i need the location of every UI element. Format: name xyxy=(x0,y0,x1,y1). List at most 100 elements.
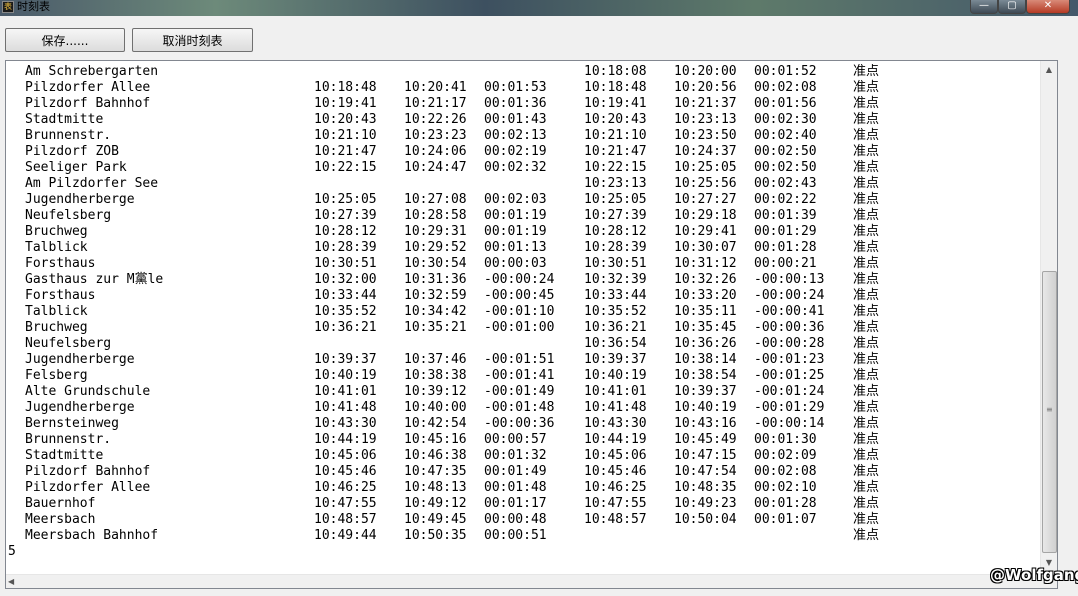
time-cell: 10:46:38 xyxy=(404,448,467,463)
stop-name: Stadtmitte xyxy=(25,448,104,463)
timetable-content: Am Schrebergarten 10:18:08 10:20:00 00:01:5… xyxy=(8,64,1041,574)
maximize-button[interactable]: ▢ xyxy=(998,0,1026,14)
time-cell: 10:45:06 xyxy=(314,448,377,463)
time-cell: -00:01:48 xyxy=(484,400,555,415)
time-cell: 10:48:57 xyxy=(314,512,377,527)
time-cell: 10:29:41 xyxy=(674,224,737,239)
status-text: 准点 xyxy=(853,288,880,303)
time-cell: 10:44:19 xyxy=(584,432,647,447)
status-text: 准点 xyxy=(853,400,880,415)
time-cell: 10:38:54 xyxy=(674,368,737,383)
time-cell: 10:40:19 xyxy=(674,400,737,415)
time-cell: 10:36:54 xyxy=(584,336,647,351)
time-cell: 10:39:37 xyxy=(674,384,737,399)
time-cell: 10:39:12 xyxy=(404,384,467,399)
time-cell: 00:02:13 xyxy=(484,128,547,143)
status-text: 准点 xyxy=(853,176,880,191)
time-cell: 10:21:47 xyxy=(314,144,377,159)
time-cell: 10:18:08 xyxy=(584,64,647,79)
stop-name: Felsberg xyxy=(25,368,88,383)
time-cell: 10:45:46 xyxy=(584,464,647,479)
time-cell: 00:02:43 xyxy=(754,176,817,191)
time-cell: -00:00:36 xyxy=(754,320,825,335)
stop-name: Bernsteinweg xyxy=(25,416,119,431)
time-cell: 00:01:29 xyxy=(754,224,817,239)
scroll-thumb[interactable]: ≡ xyxy=(1042,271,1057,553)
stop-name: Jugendherberge xyxy=(25,192,135,207)
time-cell: 10:39:37 xyxy=(314,352,377,367)
time-cell: 10:24:06 xyxy=(404,144,467,159)
close-button[interactable]: ✕ xyxy=(1026,0,1070,14)
time-cell: 10:23:13 xyxy=(674,112,737,127)
stop-name: Brunnenstr. xyxy=(25,128,112,143)
status-text: 准点 xyxy=(853,512,880,527)
stop-name: Gasthaus zur M黨le xyxy=(25,272,164,287)
time-cell: -00:00:24 xyxy=(484,272,555,287)
time-cell: 10:42:54 xyxy=(404,416,467,431)
timetable-text-area[interactable]: Am Schrebergarten 10:18:08 10:20:00 00:01:5… xyxy=(5,60,1058,589)
time-cell: 10:43:30 xyxy=(584,416,647,431)
title-bar: 表 时刻表 — ▢ ✕ xyxy=(0,0,1078,16)
time-cell: -00:00:45 xyxy=(484,288,555,303)
vertical-scrollbar[interactable]: ▲ ≡ ▼ xyxy=(1040,61,1057,571)
scroll-left-icon[interactable]: ◀ xyxy=(8,575,14,588)
time-cell: 10:29:18 xyxy=(674,208,737,223)
time-cell: 10:48:35 xyxy=(674,480,737,495)
scroll-up-icon[interactable]: ▲ xyxy=(1041,61,1057,78)
stop-name: Jugendherberge xyxy=(25,400,135,415)
status-text: 准点 xyxy=(853,256,880,271)
stop-name: Pilzdorf Bahnhof xyxy=(25,96,151,111)
time-cell: 10:49:12 xyxy=(404,496,467,511)
time-cell: 10:50:35 xyxy=(404,528,467,543)
status-text: 准点 xyxy=(853,160,880,175)
time-cell: 10:22:15 xyxy=(314,160,377,175)
time-cell: -00:01:25 xyxy=(754,368,825,383)
time-cell: 10:32:26 xyxy=(674,272,737,287)
time-cell: 10:20:43 xyxy=(584,112,647,127)
horizontal-scrollbar[interactable]: ◀ xyxy=(6,574,1057,588)
watermark: @Wolfgang xyxy=(990,566,1078,584)
time-cell: 10:25:56 xyxy=(674,176,737,191)
time-cell: 10:28:12 xyxy=(584,224,647,239)
time-cell: 00:01:48 xyxy=(484,480,547,495)
stop-name: Brunnenstr. xyxy=(25,432,112,447)
time-cell: 10:19:41 xyxy=(584,96,647,111)
time-cell: 10:28:39 xyxy=(584,240,647,255)
time-cell: 10:35:11 xyxy=(674,304,737,319)
time-cell: 10:18:48 xyxy=(584,80,647,95)
stop-name: Neufelsberg xyxy=(25,208,112,223)
time-cell: 10:24:37 xyxy=(674,144,737,159)
time-cell: -00:01:24 xyxy=(754,384,825,399)
stop-name: Am Pilzdorfer See xyxy=(25,176,159,191)
status-text: 准点 xyxy=(853,384,880,399)
time-cell: 00:00:21 xyxy=(754,256,817,271)
time-cell: 10:47:55 xyxy=(314,496,377,511)
status-text: 准点 xyxy=(853,144,880,159)
stop-name: Forsthaus xyxy=(25,256,96,271)
time-cell: 10:23:13 xyxy=(584,176,647,191)
time-cell: 10:19:41 xyxy=(314,96,377,111)
time-cell: -00:01:10 xyxy=(484,304,555,319)
stop-name: Am Schrebergarten xyxy=(25,64,159,79)
status-text: 准点 xyxy=(853,352,880,367)
minimize-button[interactable]: — xyxy=(970,0,998,14)
timetable-app-icon[interactable]: 表 xyxy=(2,1,14,13)
time-cell: 10:21:10 xyxy=(584,128,647,143)
time-cell: 00:01:52 xyxy=(754,64,817,79)
time-cell: 10:40:19 xyxy=(314,368,377,383)
time-cell: -00:00:36 xyxy=(484,416,555,431)
time-cell: 10:21:17 xyxy=(404,96,467,111)
time-cell: -00:01:23 xyxy=(754,352,825,367)
stop-name: Alte Grundschule xyxy=(25,384,151,399)
stop-name: Meersbach Bahnhof xyxy=(25,528,159,543)
time-cell: 10:48:13 xyxy=(404,480,467,495)
time-cell: 10:35:21 xyxy=(404,320,467,335)
trailing-text: 5 xyxy=(8,544,16,559)
cancel-timetable-button[interactable]: 取消时刻表 xyxy=(132,28,253,52)
time-cell: 00:02:03 xyxy=(484,192,547,207)
status-text: 准点 xyxy=(853,432,880,447)
time-cell: 10:28:58 xyxy=(404,208,467,223)
time-cell: 10:28:12 xyxy=(314,224,377,239)
time-cell: 10:41:48 xyxy=(314,400,377,415)
save-button[interactable]: 保存...... xyxy=(5,28,125,52)
